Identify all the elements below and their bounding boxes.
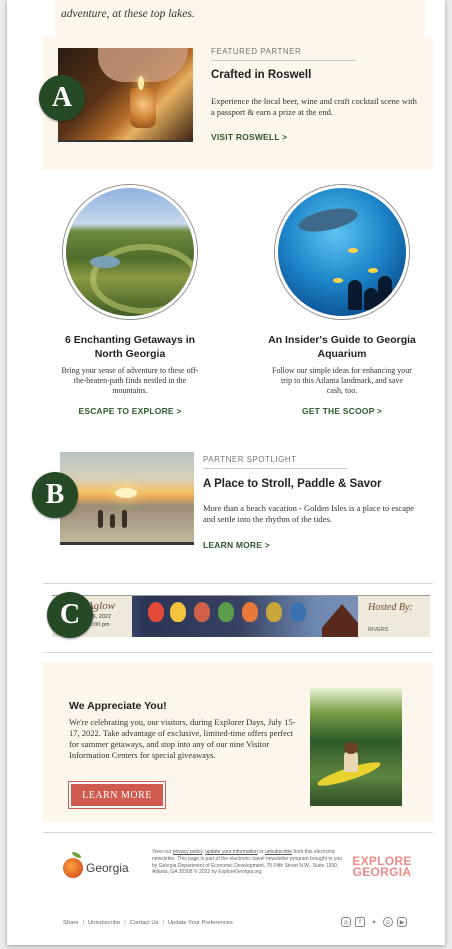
facebook-icon[interactable]: f: [355, 917, 365, 927]
balloon-shape: [266, 602, 282, 622]
explore-georgia-logo[interactable]: EXPLORE GEORGIA: [349, 855, 415, 879]
intro-text: adventure, at these top lakes.: [61, 8, 195, 20]
pond-shape: [90, 256, 120, 268]
legal-prefix: View our: [152, 849, 172, 855]
visitor-silhouette: [378, 276, 392, 310]
balloon-shape: [148, 602, 164, 622]
partner-spotlight-description: More than a beach vacation - Golden Isle…: [203, 503, 414, 524]
sunset-shape: [115, 488, 137, 498]
legal-or: or: [259, 849, 264, 855]
balloon-festival-banner[interactable]: tts Aglow August 6, 2022 7pm-10:00 pm Ho…: [52, 595, 430, 637]
escape-to-explore-link[interactable]: ESCAPE TO EXPLORE >: [50, 406, 210, 416]
getaways-description: Bring your sense of adventure to these o…: [61, 366, 199, 395]
appreciate-section: We Appreciate You! We're celebrating you…: [43, 662, 433, 822]
balloon-shape: [218, 602, 234, 622]
explore-logo-line2: GEORGIA: [352, 865, 412, 879]
featured-partner-description: Experience the local beer, wine and craf…: [211, 96, 417, 117]
getaways-title[interactable]: 6 Enchanting Getaways in North Georgia: [50, 333, 210, 361]
kayak-image[interactable]: [310, 688, 402, 806]
contact-us-link[interactable]: Contact Us: [130, 920, 159, 926]
banner-right-panel: Hosted By: RIVERS: [358, 596, 430, 637]
person-silhouette: [110, 514, 115, 528]
aquarium-description: Follow our simple ideas for enhancing yo…: [272, 366, 412, 395]
share-link[interactable]: Share: [63, 920, 78, 926]
unsubscribe-link[interactable]: Unsubscribe: [88, 920, 120, 926]
georgia-logo-text: Georgia: [86, 861, 129, 875]
featured-partner-title[interactable]: Crafted in Roswell: [211, 69, 311, 81]
callout-badge-b: B: [32, 472, 78, 518]
appreciate-description: We're celebrating you, our visitors, dur…: [69, 717, 296, 760]
footer-legal-text: View our privacy policy, update your inf…: [152, 849, 343, 876]
balloon-shape: [194, 602, 210, 622]
manta-ray-shape: [296, 203, 360, 237]
paddler-hair-shape: [344, 742, 358, 754]
update-information-link[interactable]: update your information: [205, 849, 258, 855]
appreciate-title: We Appreciate You!: [69, 700, 167, 712]
banner-hosted-by: Hosted By:: [368, 602, 413, 613]
link-separator: |: [124, 920, 126, 926]
get-the-scoop-link[interactable]: GET THE SCOOP >: [262, 406, 422, 416]
visitor-silhouette: [348, 280, 362, 310]
section-divider: [43, 583, 433, 584]
person-silhouette: [98, 510, 103, 528]
twitter-icon[interactable]: ✦: [369, 917, 379, 927]
fish-shape: [333, 278, 343, 283]
person-silhouette: [122, 510, 127, 528]
featured-partner-section: FEATURED PARTNER Crafted in Roswell Expe…: [43, 36, 433, 170]
instagram-icon[interactable]: ◎: [341, 917, 351, 927]
balloon-shape: [290, 602, 306, 622]
update-preferences-link[interactable]: Update Your Preferences: [168, 920, 233, 926]
fish-shape: [368, 268, 378, 273]
partner-spotlight-title[interactable]: A Place to Stroll, Paddle & Savor: [203, 478, 382, 490]
link-separator: |: [82, 920, 84, 926]
georgia-logo[interactable]: Georgia: [63, 852, 129, 878]
newsletter-page: adventure, at these top lakes. FEATURED …: [7, 0, 445, 945]
partner-spotlight-image[interactable]: [60, 452, 194, 545]
footer-divider: [43, 832, 433, 833]
unsubscribe-legal-link[interactable]: unsubscribe: [265, 849, 292, 855]
banner-host-name: RIVERS: [368, 627, 389, 633]
flame-shape: [138, 76, 144, 90]
learn-more-link[interactable]: LEARN MORE >: [203, 540, 270, 550]
social-icons: ◎ f ✦ p ▶: [341, 917, 407, 927]
visit-roswell-link[interactable]: VISIT ROSWELL >: [211, 132, 287, 142]
footer-links: Share | Unsubscribe | Contact Us | Update Your…: [63, 920, 233, 926]
featured-partner-label: FEATURED PARTNER: [211, 47, 356, 61]
aquarium-title[interactable]: An Insider's Guide to Georgia Aquarium: [262, 333, 422, 361]
getaways-image[interactable]: [63, 185, 197, 319]
callout-badge-c: C: [47, 592, 93, 638]
house-shape: [322, 604, 362, 637]
cocktail-glass-shape: [130, 88, 156, 128]
balloon-shape: [170, 602, 186, 622]
privacy-policy-link[interactable]: privacy policy: [173, 849, 203, 855]
callout-badge-a: A: [39, 75, 85, 121]
visitor-silhouette: [364, 288, 378, 310]
aquarium-image[interactable]: [275, 185, 409, 319]
vineyard-ring-shape: [90, 244, 194, 314]
pinterest-icon[interactable]: p: [383, 917, 393, 927]
fish-shape: [348, 248, 358, 253]
peach-icon: [63, 852, 83, 878]
balloon-shape: [242, 602, 258, 622]
youtube-icon[interactable]: ▶: [397, 917, 407, 927]
partner-spotlight-label: PARTNER SPOTLIGHT: [203, 455, 348, 469]
link-separator: |: [162, 920, 164, 926]
appreciate-learn-more-button[interactable]: LEARN MORE: [69, 782, 165, 808]
intro-block: adventure, at these top lakes.: [55, 0, 425, 36]
section-divider: [43, 652, 433, 653]
